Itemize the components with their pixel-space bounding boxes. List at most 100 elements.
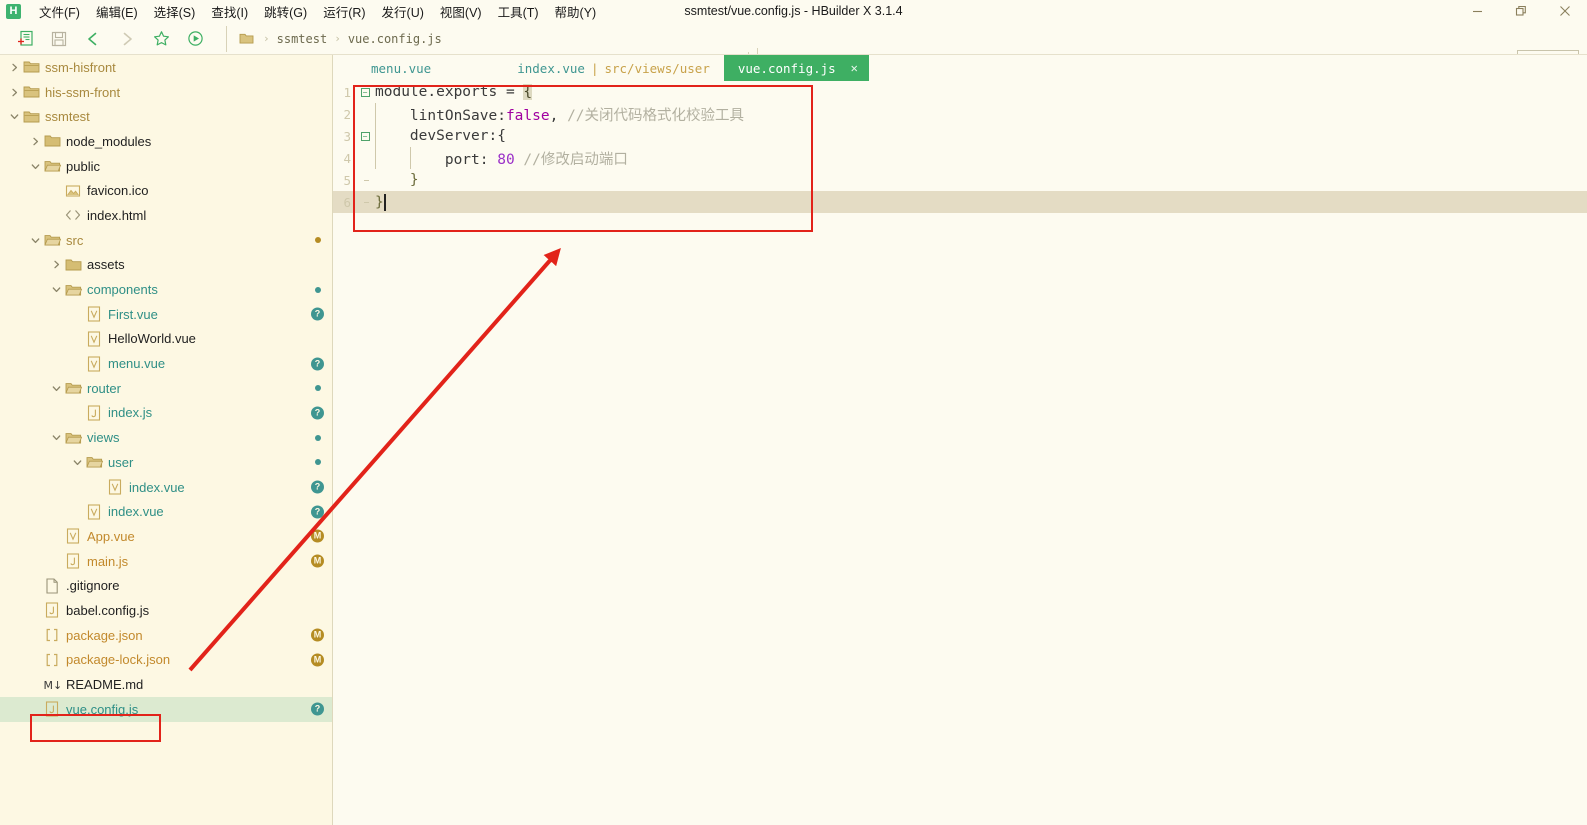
tree-item-package-json[interactable]: package.json M [0, 623, 333, 648]
tree-item-main-js[interactable]: main.js M [0, 549, 333, 574]
editor-tab-index-vue[interactable]: index.vue | src/views/user [503, 55, 724, 81]
menu-goto[interactable]: 跳转(G) [256, 0, 315, 23]
tree-item-babel-config-js[interactable]: babel.config.js [0, 598, 333, 623]
chevron-down-icon[interactable] [29, 160, 42, 173]
save-icon[interactable] [42, 25, 76, 53]
tree-item--gitignore[interactable]: .gitignore [0, 573, 333, 598]
vue-file-icon [84, 331, 104, 347]
chevron-down-icon[interactable] [8, 110, 21, 123]
code-line[interactable]: 3− devServer:{ [333, 125, 1587, 147]
tree-item-label: src [66, 232, 84, 248]
chevron-down-icon[interactable] [50, 283, 63, 296]
chevron-right-icon[interactable] [8, 61, 21, 74]
favorite-star-icon[interactable] [144, 25, 178, 53]
breadcrumb-separator-1: › [263, 32, 270, 45]
menu-publish[interactable]: 发行(U) [374, 0, 432, 23]
js-file-icon [84, 405, 104, 421]
chevron-down-icon[interactable] [29, 234, 42, 247]
maximize-icon[interactable] [1499, 0, 1543, 22]
editor-tab-menu-vue[interactable]: menu.vue [357, 55, 445, 81]
editor-tab-bar[interactable]: menu.vue index.vue | src/views/user vue.conf… [333, 55, 1587, 81]
code-line[interactable]: 4 port: 80 //修改启动端口 [333, 147, 1587, 169]
tree-item-user[interactable]: user [0, 450, 333, 475]
menu-view[interactable]: 视图(V) [432, 0, 490, 23]
status-badge-untracked: ? [311, 505, 324, 519]
tab-close-icon[interactable]: ✕ [848, 61, 861, 75]
code-token: { [523, 84, 533, 100]
code-token: port: [375, 151, 498, 168]
chevron-down-icon[interactable] [50, 382, 63, 395]
tree-item-readme-md[interactable]: M↓ README.md [0, 672, 333, 697]
run-icon[interactable] [178, 25, 212, 53]
tree-item-his-ssm-front[interactable]: his-ssm-front [0, 80, 333, 105]
line-number: 2 [343, 106, 351, 122]
code-line[interactable]: 2 lintOnSave:false, //关闭代码格式化校验工具 [333, 103, 1587, 125]
code-editor[interactable]: 1− module.exports = {2 lintOnSave:false, … [333, 81, 1587, 825]
tree-item-index-js[interactable]: index.js? [0, 401, 333, 426]
tree-item-index-vue[interactable]: index.vue? [0, 475, 333, 500]
tree-item-components[interactable]: components [0, 277, 333, 302]
menu-help[interactable]: 帮助(Y) [547, 0, 605, 23]
tree-item-label: HelloWorld.vue [108, 331, 196, 347]
tree-item-package-lock-json[interactable]: package-lock.json M [0, 648, 333, 673]
breadcrumb-file[interactable]: vue.config.js [348, 32, 442, 46]
chevron-right-icon[interactable] [50, 258, 63, 271]
tree-item-router[interactable]: router [0, 376, 333, 401]
indent-guide [410, 147, 411, 169]
tree-item-assets[interactable]: assets [0, 253, 333, 278]
tree-item-views[interactable]: views [0, 425, 333, 450]
menu-find[interactable]: 查找(I) [203, 0, 256, 23]
status-badge-untracked: ? [311, 357, 324, 371]
close-icon[interactable] [1543, 0, 1587, 22]
editor-tab-vue-config-js[interactable]: vue.config.js ✕ [723, 55, 869, 81]
code-line[interactable]: 1− module.exports = { [333, 81, 1587, 103]
menu-edit[interactable]: 编辑(E) [88, 0, 146, 23]
code-line[interactable]: 6} [333, 191, 1587, 213]
minimize-icon[interactable] [1455, 0, 1499, 22]
vue-file-icon [84, 306, 104, 322]
breadcrumb-project[interactable]: ssmtest [277, 32, 328, 46]
tree-item-ssmtest[interactable]: ssmtest [0, 104, 333, 129]
indent-guide [375, 125, 376, 147]
chevron-down-icon[interactable] [50, 431, 63, 444]
menu-file[interactable]: 文件(F) [31, 0, 88, 23]
tree-item-label: index.html [87, 207, 147, 223]
tree-item-helloworld-vue[interactable]: HelloWorld.vue [0, 327, 333, 352]
forward-icon[interactable] [110, 25, 144, 53]
tree-item-favicon-ico[interactable]: favicon.ico [0, 178, 333, 203]
tree-item-label: components [87, 282, 158, 298]
folder-closed-icon [21, 109, 41, 125]
tree-item-menu-vue[interactable]: menu.vue? [0, 351, 333, 376]
tree-item-src[interactable]: src [0, 228, 333, 253]
tree-item-index-vue[interactable]: index.vue? [0, 499, 333, 524]
code-line[interactable]: 5 } [333, 169, 1587, 191]
new-file-icon[interactable] [8, 25, 42, 53]
tree-item-app-vue[interactable]: App.vue M [0, 524, 333, 549]
back-icon[interactable] [76, 25, 110, 53]
tree-item-label: router [87, 380, 121, 396]
menu-select[interactable]: 选择(S) [146, 0, 204, 23]
menu-run[interactable]: 运行(R) [315, 0, 373, 23]
chevron-right-icon[interactable] [29, 135, 42, 148]
tree-item-index-html[interactable]: index.html [0, 203, 333, 228]
tree-item-label: App.vue [87, 528, 135, 544]
tree-item-node-modules[interactable]: node_modules [0, 129, 333, 154]
chevron-right-icon[interactable] [8, 86, 21, 99]
md-file-icon: M↓ [42, 677, 62, 693]
fold-collapse-icon[interactable]: − [357, 87, 373, 97]
tree-item-ssm-hisfront[interactable]: ssm-hisfront [0, 55, 333, 80]
js-file-icon [42, 602, 62, 619]
status-dot [315, 459, 321, 466]
tree-item-label: First.vue [108, 306, 158, 322]
menu-tools[interactable]: 工具(T) [490, 0, 547, 23]
chevron-down-icon[interactable] [71, 456, 84, 469]
tree-item-first-vue[interactable]: First.vue? [0, 302, 333, 327]
folder-solid-icon [42, 133, 62, 149]
status-badge-untracked: ? [311, 702, 324, 716]
html-file-icon [63, 207, 83, 223]
tree-item-vue-config-js[interactable]: vue.config.js? [0, 696, 333, 722]
project-file-tree[interactable]: ssm-hisfront his-ssm-front ssmtest node_mod… [0, 55, 333, 825]
fold-collapse-icon[interactable]: − [357, 131, 373, 141]
breadcrumb: › ssmtest › vue.config.js [226, 25, 442, 52]
tree-item-public[interactable]: public [0, 154, 333, 179]
